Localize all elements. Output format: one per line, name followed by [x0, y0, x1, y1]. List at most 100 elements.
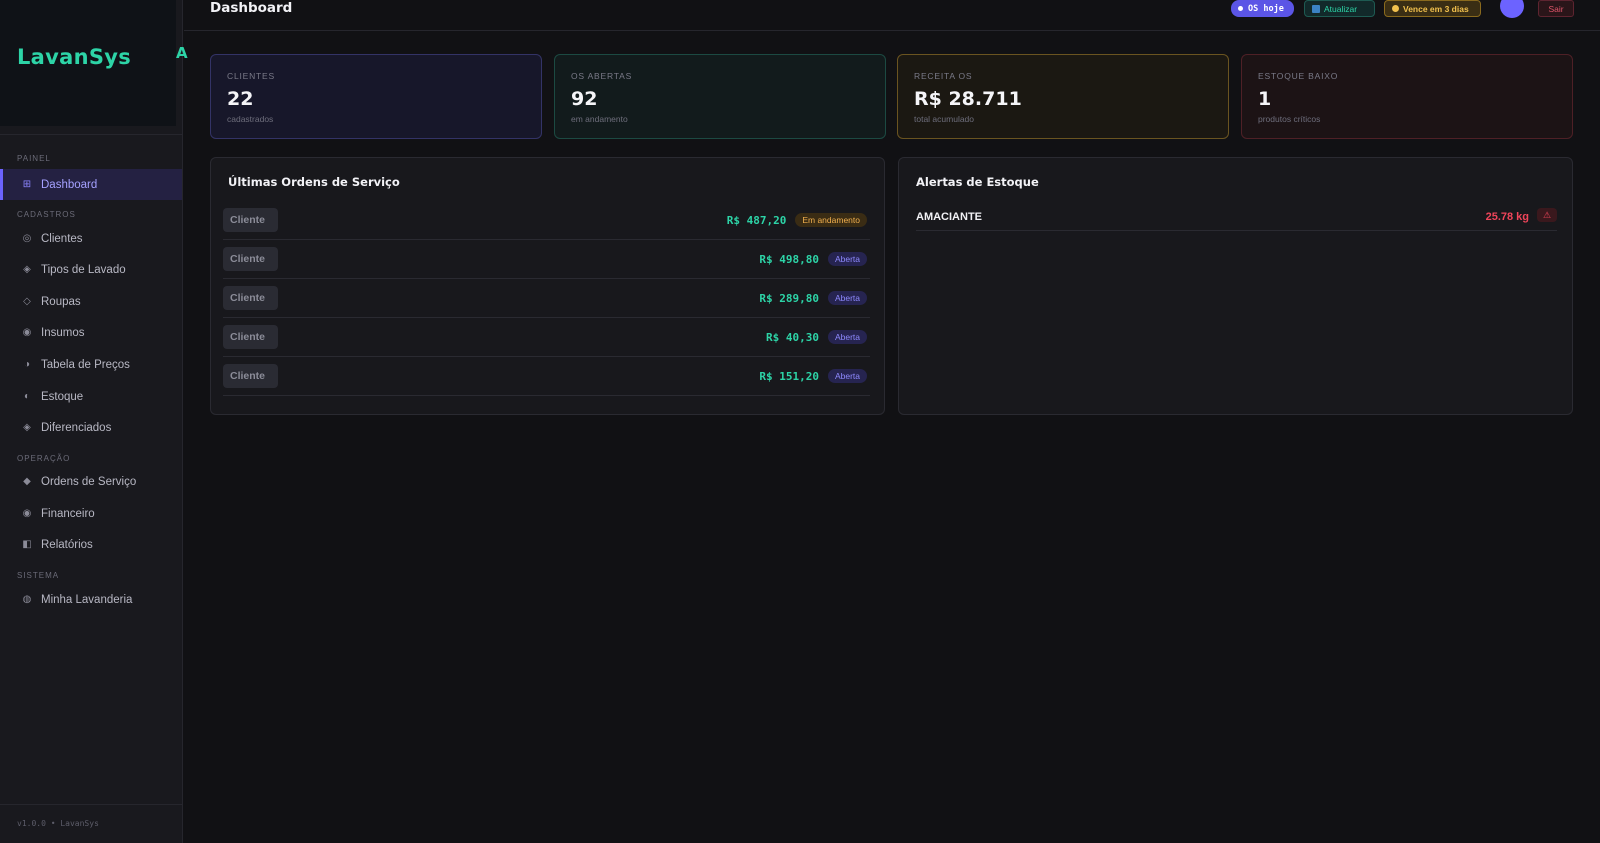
status-badge: Aberta	[827, 252, 867, 266]
order-amount: R$ 289,80	[759, 291, 819, 305]
sidebar-item-label: Diferenciados	[41, 421, 112, 434]
sidebar-item-label: Dashboard	[41, 178, 98, 191]
status-badge: Aberta	[827, 291, 867, 305]
order-row[interactable]: Cliente R$ 151,20 Aberta	[223, 357, 870, 396]
stat-value: 92	[571, 88, 598, 110]
page-title: Dashboard	[210, 0, 293, 16]
panel-title: Alertas de Estoque	[916, 175, 1039, 189]
sidebar-item-label: Tabela de Preços	[41, 358, 130, 371]
refresh-icon	[1312, 4, 1320, 13]
stat-subtitle: total acumulado	[914, 114, 975, 124]
divider	[0, 134, 183, 135]
order-row[interactable]: Cliente R$ 498,80 Aberta	[223, 240, 870, 279]
order-meta: R$ 498,80 Aberta	[759, 252, 867, 266]
half-circle-left-icon: ◐	[23, 391, 31, 402]
stat-label: OS ABERTAS	[571, 71, 633, 81]
sidebar-item-label: Financeiro	[41, 507, 95, 520]
circle-hatched-icon: ◍	[22, 594, 32, 605]
order-meta: R$ 40,30 Aberta	[766, 330, 867, 344]
client-button[interactable]: Cliente	[223, 325, 278, 349]
refresh-button[interactable]: Atualizar	[1304, 0, 1375, 17]
sidebar-item-label: Insumos	[41, 326, 85, 339]
sidebar-item-label: Clientes	[41, 232, 83, 245]
order-meta: R$ 289,80 Aberta	[759, 291, 867, 305]
stat-label: ESTOQUE BAIXO	[1258, 71, 1339, 81]
sidebar-item-tipos-de-lavado[interactable]: ◈ Tipos de Lavado	[0, 254, 182, 285]
sidebar-item-tabela-de-precos[interactable]: ◑ Tabela de Preços	[0, 349, 182, 380]
product-quantity: 25.78 kg	[1485, 211, 1529, 223]
recent-orders-panel: Últimas Ordens de Serviço Cliente R$ 487…	[210, 157, 885, 415]
app-logo[interactable]: LavanSys	[17, 45, 131, 69]
logout-button[interactable]: Sair	[1538, 0, 1574, 17]
sidebar-item-roupas[interactable]: ◇ Roupas	[0, 286, 182, 317]
client-button[interactable]: Cliente	[223, 208, 278, 232]
client-button[interactable]: Cliente	[223, 286, 278, 310]
os-today-badge[interactable]: OS hoje	[1231, 0, 1294, 17]
stat-card-estoque-baixo: ESTOQUE BAIXO 1 produtos críticos	[1241, 54, 1573, 139]
os-today-label: OS hoje	[1248, 3, 1284, 14]
nav-section-sistema: SISTEMA	[17, 571, 60, 580]
order-row[interactable]: Cliente R$ 289,80 Aberta	[223, 279, 870, 318]
stat-subtitle: em andamento	[571, 114, 628, 124]
sidebar-item-ordens-de-servico[interactable]: ◆ Ordens de Serviço	[0, 466, 182, 497]
stock-alerts-panel: Alertas de Estoque AMACIANTE 25.78 kg ⚠	[898, 157, 1573, 415]
order-amount: R$ 498,80	[759, 252, 819, 266]
sidebar-item-insumos[interactable]: ◉ Insumos	[0, 317, 182, 348]
stat-card-receita: RECEITA OS R$ 28.711 total acumulado	[897, 54, 1229, 139]
circle-dot-icon: ◉	[22, 327, 32, 338]
order-meta: R$ 151,20 Aberta	[759, 369, 867, 383]
client-button[interactable]: Cliente	[223, 364, 278, 388]
sidebar-item-financeiro[interactable]: ◉ Financeiro	[0, 498, 182, 529]
divider	[0, 804, 183, 805]
sidebar: LavanSys A PAINEL ⊞ Dashboard CADASTROS …	[0, 0, 188, 843]
avatar[interactable]	[1500, 0, 1524, 18]
stat-value: 1	[1258, 88, 1272, 110]
sidebar-item-label: Ordens de Serviço	[41, 475, 137, 488]
nav-section-cadastros: CADASTROS	[17, 210, 76, 219]
stat-subtitle: cadastrados	[227, 114, 274, 124]
version-label: v1.0.0 • LavanSys	[17, 819, 99, 828]
stat-card-os-abertas: OS ABERTAS 92 em andamento	[554, 54, 886, 139]
order-row[interactable]: Cliente R$ 40,30 Aberta	[223, 318, 870, 357]
warning-icon: ⚠	[1537, 208, 1557, 222]
square-half-icon: ◧	[22, 539, 32, 550]
circle-dot-icon: ◉	[22, 508, 32, 519]
sidebar-item-label: Roupas	[41, 295, 81, 308]
due-warning-badge[interactable]: Vence em 3 dias	[1384, 0, 1481, 17]
sidebar-item-minha-lavanderia[interactable]: ◍ Minha Lavanderia	[0, 584, 182, 615]
stat-value: R$ 28.711	[914, 88, 1022, 110]
sidebar-item-label: Tipos de Lavado	[41, 263, 126, 276]
stat-label: RECEITA OS	[914, 71, 973, 81]
stat-card-clientes: CLIENTES 22 cadastrados	[210, 54, 542, 139]
stock-alert-row[interactable]: AMACIANTE 25.78 kg ⚠	[916, 205, 1557, 231]
stat-value: 22	[227, 88, 254, 110]
order-amount: R$ 40,30	[765, 330, 819, 344]
panel-title: Últimas Ordens de Serviço	[228, 175, 400, 189]
diamond-icon: ◈	[23, 264, 31, 275]
sidebar-item-clientes[interactable]: ◎ Clientes	[0, 223, 182, 254]
half-circle-icon: ◑	[23, 359, 31, 370]
order-amount: R$ 151,20	[759, 369, 819, 383]
order-meta: R$ 487,20 Em andamento	[727, 213, 867, 227]
sidebar-item-label: Minha Lavanderia	[41, 593, 133, 606]
diamond-icon: ◈	[23, 422, 31, 433]
stat-subtitle: produtos críticos	[1258, 114, 1321, 124]
nav-section-operacao: OPERAÇÃO	[17, 454, 71, 463]
sidebar-item-relatorios[interactable]: ◧ Relatórios	[0, 529, 182, 560]
grid-icon: ⊞	[22, 179, 32, 190]
due-label: Vence em 3 dias	[1403, 3, 1469, 14]
stat-label: CLIENTES	[227, 71, 275, 81]
client-button[interactable]: Cliente	[223, 247, 278, 271]
status-badge: Aberta	[827, 369, 867, 383]
sidebar-item-estoque[interactable]: ◐ Estoque	[0, 381, 182, 412]
collapse-icon[interactable]: A	[176, 44, 188, 62]
sidebar-item-dashboard[interactable]: ⊞ Dashboard	[0, 169, 182, 200]
sidebar-item-diferenciados[interactable]: ◈ Diferenciados	[0, 412, 182, 443]
status-badge: Em andamento	[795, 213, 867, 227]
logo-area: LavanSys	[0, 0, 176, 126]
order-row[interactable]: Cliente R$ 487,20 Em andamento	[223, 201, 870, 240]
order-amount: R$ 487,20	[726, 213, 787, 227]
sidebar-item-label: Estoque	[41, 390, 84, 403]
dot-icon	[1238, 6, 1243, 11]
diamond-filled-icon: ◆	[23, 476, 31, 487]
